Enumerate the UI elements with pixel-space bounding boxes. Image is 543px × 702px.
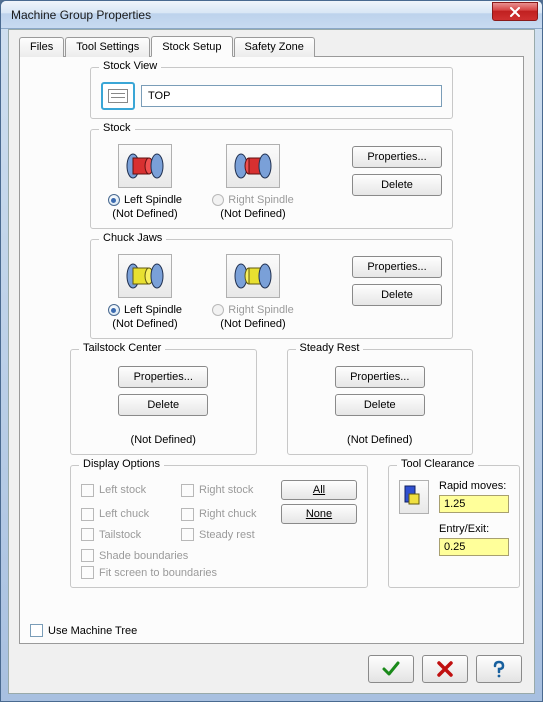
chuck-left-spindle-label: Left Spindle bbox=[124, 304, 182, 316]
rapid-moves-field[interactable]: 1.25 bbox=[439, 495, 509, 513]
group-stock: Stock Left Spindle (Not Defined) bbox=[90, 129, 453, 229]
stock-right-spindle-icon[interactable] bbox=[226, 144, 280, 188]
client-area: Files Tool Settings Stock Setup Safety Z… bbox=[8, 29, 535, 694]
group-title-display: Display Options bbox=[79, 458, 164, 470]
chuck-right-spindle-radio bbox=[212, 304, 224, 316]
dialog-window: Machine Group Properties Files Tool Sett… bbox=[0, 0, 543, 702]
chk-left-chuck bbox=[81, 508, 94, 521]
chk-tailstock bbox=[81, 528, 94, 541]
label-use-machine-tree: Use Machine Tree bbox=[48, 625, 137, 637]
cancel-button[interactable] bbox=[422, 655, 468, 683]
view-icon bbox=[108, 89, 128, 103]
chk-right-stock bbox=[181, 484, 194, 497]
stock-left-status: (Not Defined) bbox=[112, 208, 177, 220]
tab-row: Files Tool Settings Stock Setup Safety Z… bbox=[19, 36, 524, 56]
chk-use-machine-tree[interactable] bbox=[30, 624, 43, 637]
label-steady-rest: Steady rest bbox=[199, 529, 255, 541]
group-stock-view: Stock View TOP bbox=[90, 67, 453, 119]
label-right-chuck: Right chuck bbox=[199, 508, 256, 520]
tailstock-delete-button[interactable]: Delete bbox=[118, 394, 208, 416]
group-title-steady: Steady Rest bbox=[296, 342, 364, 354]
window-title: Machine Group Properties bbox=[11, 8, 492, 22]
entry-exit-field[interactable]: 0.25 bbox=[439, 538, 509, 556]
chuck-left-spindle-icon[interactable] bbox=[118, 254, 172, 298]
stock-right-status: (Not Defined) bbox=[220, 208, 285, 220]
tab-safety-zone[interactable]: Safety Zone bbox=[234, 37, 315, 57]
tab-panel-stock-setup: Stock View TOP Stock bbox=[19, 56, 524, 644]
steady-status: (Not Defined) bbox=[347, 434, 412, 446]
group-chuck-jaws: Chuck Jaws Left Spindle (Not Defined) bbox=[90, 239, 453, 339]
chk-left-stock bbox=[81, 484, 94, 497]
steady-delete-button[interactable]: Delete bbox=[335, 394, 425, 416]
label-left-chuck: Left chuck bbox=[99, 508, 149, 520]
tailstock-properties-button[interactable]: Properties... bbox=[118, 366, 208, 388]
chuck-right-status: (Not Defined) bbox=[220, 318, 285, 330]
chk-fit-screen bbox=[81, 566, 94, 579]
stock-view-field[interactable]: TOP bbox=[141, 85, 442, 107]
chuck-delete-button[interactable]: Delete bbox=[352, 284, 442, 306]
group-steady-rest: Steady Rest Properties... Delete (Not De… bbox=[287, 349, 474, 455]
ok-button[interactable] bbox=[368, 655, 414, 683]
label-left-stock: Left stock bbox=[99, 484, 146, 496]
label-fit: Fit screen to boundaries bbox=[99, 567, 217, 579]
tab-tool-settings[interactable]: Tool Settings bbox=[65, 37, 150, 57]
tailstock-status: (Not Defined) bbox=[131, 434, 196, 446]
select-view-button[interactable] bbox=[101, 82, 135, 110]
group-title-stock-view: Stock View bbox=[99, 60, 161, 72]
stock-delete-button[interactable]: Delete bbox=[352, 174, 442, 196]
window-close-button[interactable] bbox=[492, 2, 538, 21]
stock-view-value: TOP bbox=[148, 90, 170, 102]
group-tool-clearance: Tool Clearance Rapid moves: 1.25 Entry/E… bbox=[388, 465, 520, 588]
stock-left-spindle-icon[interactable] bbox=[118, 144, 172, 188]
stock-properties-button[interactable]: Properties... bbox=[352, 146, 442, 168]
chk-right-chuck bbox=[181, 508, 194, 521]
stock-left-spindle-label: Left Spindle bbox=[124, 194, 182, 206]
chuck-properties-button[interactable]: Properties... bbox=[352, 256, 442, 278]
use-machine-tree-row: Use Machine Tree bbox=[30, 624, 137, 637]
chk-steady-rest bbox=[181, 528, 194, 541]
group-tailstock: Tailstock Center Properties... Delete (N… bbox=[70, 349, 257, 455]
chk-shade-boundaries bbox=[81, 549, 94, 562]
group-title-stock: Stock bbox=[99, 122, 135, 134]
label-shade: Shade boundaries bbox=[99, 550, 188, 562]
display-none-button[interactable]: None bbox=[281, 504, 357, 524]
group-title-chuck: Chuck Jaws bbox=[99, 232, 166, 244]
tool-clearance-icon[interactable] bbox=[399, 480, 429, 514]
group-display-options: Display Options Left stock Right stock A… bbox=[70, 465, 368, 588]
label-right-stock: Right stock bbox=[199, 484, 253, 496]
titlebar: Machine Group Properties bbox=[1, 1, 542, 29]
group-title-tailstock: Tailstock Center bbox=[79, 342, 165, 354]
display-all-button[interactable]: All bbox=[281, 480, 357, 500]
stock-right-spindle-label: Right Spindle bbox=[228, 194, 293, 206]
chuck-left-status: (Not Defined) bbox=[112, 318, 177, 330]
tab-files[interactable]: Files bbox=[19, 37, 64, 57]
tab-stock-setup[interactable]: Stock Setup bbox=[151, 36, 232, 57]
entry-exit-label: Entry/Exit: bbox=[439, 523, 509, 535]
help-button[interactable] bbox=[476, 655, 522, 683]
group-title-tool-clearance: Tool Clearance bbox=[397, 458, 478, 470]
stock-right-spindle-radio bbox=[212, 194, 224, 206]
chuck-left-spindle-radio[interactable] bbox=[108, 304, 120, 316]
label-tailstock: Tailstock bbox=[99, 529, 141, 541]
chuck-right-spindle-label: Right Spindle bbox=[228, 304, 293, 316]
steady-properties-button[interactable]: Properties... bbox=[335, 366, 425, 388]
stock-left-spindle-radio[interactable] bbox=[108, 194, 120, 206]
rapid-moves-label: Rapid moves: bbox=[439, 480, 509, 492]
chuck-right-spindle-icon[interactable] bbox=[226, 254, 280, 298]
footer-buttons bbox=[368, 655, 522, 683]
